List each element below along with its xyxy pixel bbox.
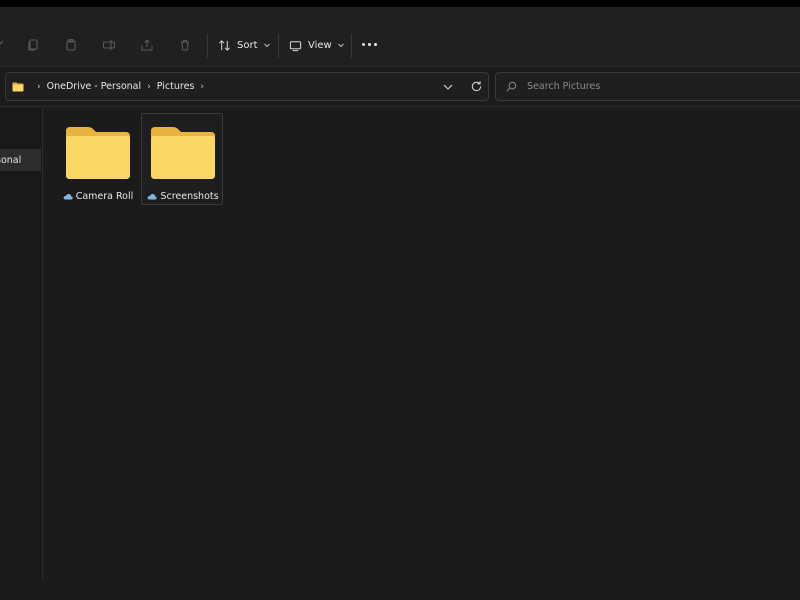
file-explorer-window: Sort View › OneDrive - Personal › Pictur… bbox=[0, 7, 800, 600]
folder-name: Camera Roll bbox=[75, 191, 134, 202]
nav-item-label: sonal bbox=[0, 154, 22, 166]
copy-icon[interactable] bbox=[24, 36, 42, 54]
status-bar bbox=[0, 580, 800, 600]
toolbar-separator bbox=[351, 34, 352, 58]
folder-label: Camera Roll bbox=[57, 191, 139, 202]
nav-item-onedrive-personal[interactable]: sonal bbox=[0, 149, 41, 171]
more-options-icon[interactable] bbox=[362, 43, 377, 46]
folder-icon bbox=[151, 127, 215, 179]
chevron-down-icon bbox=[263, 43, 270, 48]
breadcrumb-separator[interactable]: › bbox=[37, 82, 41, 92]
sort-button[interactable]: Sort bbox=[218, 34, 271, 56]
paste-icon[interactable] bbox=[62, 36, 80, 54]
folder-item-camera-roll[interactable]: Camera Roll bbox=[56, 113, 138, 205]
view-icon bbox=[289, 40, 302, 51]
delete-icon[interactable] bbox=[176, 36, 194, 54]
folder-name: Screenshots bbox=[160, 191, 219, 202]
view-button[interactable]: View bbox=[289, 34, 345, 56]
view-label: View bbox=[308, 39, 332, 51]
chevron-down-icon bbox=[337, 43, 344, 48]
sort-label: Sort bbox=[237, 39, 258, 51]
breadcrumb-separator[interactable]: › bbox=[147, 82, 151, 92]
search-input[interactable] bbox=[527, 81, 777, 92]
sort-icon bbox=[219, 39, 230, 51]
breadcrumb-separator[interactable]: › bbox=[200, 82, 204, 92]
address-bar[interactable]: › OneDrive - Personal › Pictures › bbox=[5, 72, 489, 101]
refresh-icon[interactable] bbox=[470, 80, 483, 93]
navigation-pane: sonal bbox=[0, 108, 43, 580]
file-list: Camera Roll Screenshots bbox=[44, 108, 800, 580]
cloud-icon bbox=[148, 194, 158, 200]
breadcrumb-pictures[interactable]: Pictures bbox=[157, 81, 195, 92]
toolbar-separator bbox=[278, 34, 279, 58]
command-bar: Sort View bbox=[0, 7, 800, 67]
search-box[interactable] bbox=[495, 72, 800, 101]
toolbar-separator bbox=[207, 34, 208, 58]
folder-icon bbox=[12, 82, 24, 91]
search-icon bbox=[506, 81, 517, 92]
share-icon[interactable] bbox=[138, 36, 156, 54]
folder-icon bbox=[66, 127, 130, 179]
address-row: › OneDrive - Personal › Pictures › bbox=[0, 67, 800, 107]
folder-item-screenshots[interactable]: Screenshots bbox=[141, 113, 223, 205]
cloud-icon bbox=[63, 194, 73, 200]
address-history-chevron-icon[interactable] bbox=[442, 81, 454, 93]
breadcrumb-onedrive[interactable]: OneDrive - Personal bbox=[47, 81, 142, 92]
cut-icon[interactable] bbox=[0, 36, 8, 54]
breadcrumb: › OneDrive - Personal › Pictures › bbox=[12, 73, 210, 100]
rename-icon[interactable] bbox=[100, 36, 118, 54]
folder-label: Screenshots bbox=[142, 191, 224, 202]
